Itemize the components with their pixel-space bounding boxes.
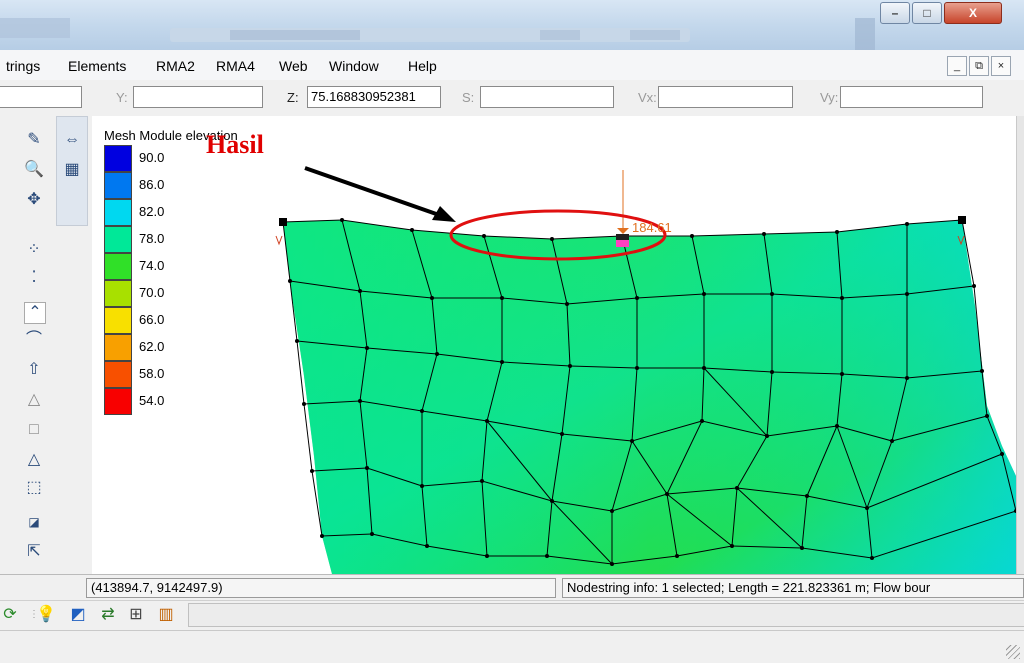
- x-field[interactable]: [0, 86, 82, 108]
- vx-field[interactable]: [658, 86, 793, 108]
- legend-swatch: [104, 280, 132, 307]
- bottom-strip: [0, 630, 1024, 663]
- bottom-toolbar: ⟳ ⋮ 💡 ◩ ⇄ ⊞ ▥: [0, 600, 1024, 631]
- refine-icon[interactable]: ⇱: [24, 542, 44, 562]
- title-bar-blurred-text: [630, 30, 680, 40]
- legend-swatch: [104, 226, 132, 253]
- create-triangle-icon[interactable]: △: [24, 390, 44, 410]
- annotation-label: Hasil: [206, 130, 264, 159]
- nodestring-info: Nodestring info: 1 selected; Length = 22…: [562, 578, 1024, 598]
- coordinate-bar: Y: Z: 75.168830952381 S: Vx: Vy:: [0, 80, 1024, 117]
- y-field[interactable]: [133, 86, 263, 108]
- create-node-icon[interactable]: ⁚: [24, 268, 44, 288]
- legend-swatch: [104, 307, 132, 334]
- create-nodestring-icon[interactable]: ⌒: [24, 330, 44, 350]
- graphics-window[interactable]: Mesh Module elevation 90.0 86.0 82.0 78.0 74…: [92, 116, 1016, 574]
- menu-item-web[interactable]: Web: [279, 58, 308, 74]
- mdi-close-button[interactable]: ×: [991, 56, 1011, 76]
- menu-bar: trings Elements RMA2 RMA4 Web Window Hel…: [0, 50, 1024, 81]
- left-toolbar: ✎ ⇔ 🔍 ▦ ✥ ⁘ ⁚ ⌃ ⌒ ⇧ △ □ △ ⬚ ◪ ⇱ 10: [0, 116, 92, 610]
- title-bar-blurred-text: [540, 30, 580, 40]
- menu-item-elements[interactable]: Elements: [68, 58, 126, 74]
- menu-item-window[interactable]: Window: [329, 58, 379, 74]
- legend-value: 54.0: [139, 393, 165, 408]
- vy-label: Vy:: [820, 90, 839, 105]
- s-label: S:: [462, 90, 475, 105]
- properties-icon[interactable]: ⊞: [126, 605, 146, 625]
- menu-item-strings[interactable]: trings: [6, 58, 40, 74]
- legend-swatch: [104, 145, 132, 172]
- s-field[interactable]: [480, 86, 614, 108]
- title-bar-icon-area: [0, 18, 70, 38]
- menu-item-rma2[interactable]: RMA2: [156, 58, 195, 74]
- z-label: Z:: [287, 90, 299, 105]
- legend-value: 70.0: [139, 285, 165, 300]
- legend-swatch: [104, 253, 132, 280]
- maximize-button[interactable]: □: [912, 2, 942, 24]
- size-grip[interactable]: [1006, 645, 1020, 659]
- measure-icon[interactable]: ⇔: [62, 130, 82, 150]
- mesh-fill: [283, 220, 1016, 574]
- title-bar-blurred-block: [855, 18, 875, 50]
- legend-value: 66.0: [139, 312, 165, 327]
- menu-item-rma4[interactable]: RMA4: [216, 58, 255, 74]
- select-mesh-icon[interactable]: ✎: [24, 130, 44, 150]
- legend-swatch: [104, 199, 132, 226]
- y-label: Y:: [116, 90, 128, 105]
- select-nodestring-icon[interactable]: ⌃: [24, 302, 46, 324]
- zoom-icon[interactable]: 🔍: [24, 160, 44, 180]
- rotate-icon[interactable]: ✥: [24, 190, 44, 210]
- chart-icon[interactable]: ▥: [156, 605, 176, 625]
- minimize-button[interactable]: –: [880, 2, 910, 24]
- contour-icon[interactable]: ◩: [68, 605, 88, 625]
- model-check-icon[interactable]: ⇄: [98, 605, 118, 625]
- legend-value: 78.0: [139, 231, 165, 246]
- refresh-icon[interactable]: ⟳: [0, 605, 20, 625]
- title-bar-blurred-text: [230, 30, 360, 40]
- legend-value: 58.0: [139, 366, 165, 381]
- select-node-icon[interactable]: ⁘: [24, 240, 44, 260]
- node-elevation-label: 184.61: [632, 220, 672, 235]
- cursor-coordinates: (413894.7, 9142497.9): [86, 578, 556, 598]
- mdi-minimize-button[interactable]: _: [947, 56, 967, 76]
- selected-node-marker: [616, 170, 629, 247]
- vy-field[interactable]: [840, 86, 983, 108]
- vertical-scrollbar[interactable]: [1016, 116, 1024, 574]
- mdi-restore-button[interactable]: ⧉: [969, 56, 989, 76]
- z-field[interactable]: 75.168830952381: [307, 86, 441, 108]
- frame-icon[interactable]: ▦: [62, 160, 82, 180]
- legend-value: 82.0: [139, 204, 165, 219]
- legend-swatch: [104, 388, 132, 415]
- legend-value: 62.0: [139, 339, 165, 354]
- legend-value: 86.0: [139, 177, 165, 192]
- bulb-icon[interactable]: 💡: [36, 605, 56, 625]
- annotation-arrow: [304, 166, 456, 222]
- vx-label: Vx:: [638, 90, 657, 105]
- legend-swatch: [104, 172, 132, 199]
- create-quad-icon[interactable]: □: [24, 420, 44, 440]
- select-triangle-icon[interactable]: △: [24, 450, 44, 470]
- merge-icon[interactable]: ◪: [24, 512, 44, 532]
- window-title-bar: – □ X: [0, 0, 1024, 50]
- legend-value: 74.0: [139, 258, 165, 273]
- mesh-view[interactable]: [92, 116, 1016, 574]
- toolbar-area: [188, 603, 1024, 627]
- legend-swatch: [104, 334, 132, 361]
- legend-value: 90.0: [139, 150, 165, 165]
- legend-swatch: [104, 361, 132, 388]
- menu-item-help[interactable]: Help: [408, 58, 437, 74]
- select-quad-icon[interactable]: ⬚: [24, 478, 44, 498]
- select-element-icon[interactable]: ⇧: [24, 360, 44, 380]
- status-bar: (413894.7, 9142497.9) Nodestring info: 1…: [0, 574, 1024, 601]
- close-button[interactable]: X: [944, 2, 1002, 24]
